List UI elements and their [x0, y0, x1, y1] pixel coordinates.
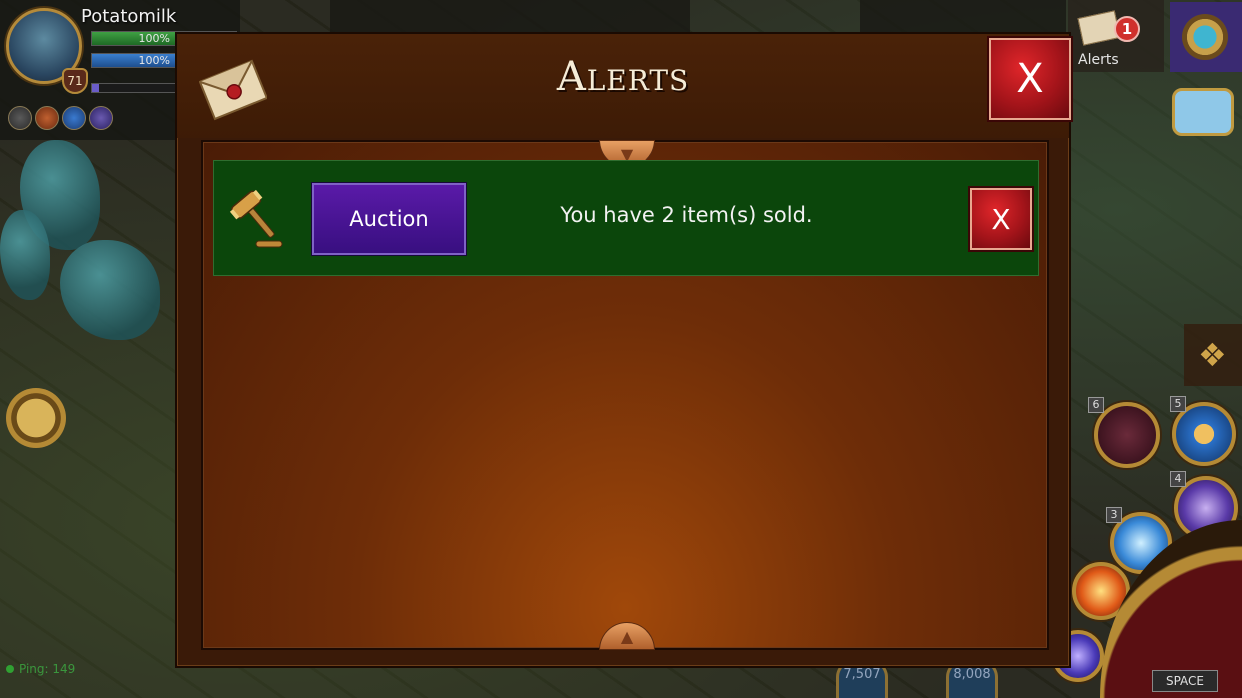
alerts-hud-button[interactable]: 1 Alerts — [1068, 0, 1164, 72]
alerts-count-badge: 1 — [1114, 16, 1140, 42]
gavel-icon — [229, 189, 283, 248]
alerts-hud-label: Alerts — [1078, 52, 1119, 68]
compass-icon — [1182, 14, 1228, 60]
dismiss-alert-button[interactable]: X — [970, 188, 1032, 250]
close-dialog-button[interactable]: X — [989, 38, 1071, 120]
scroll-down-button[interactable]: ▲ — [599, 622, 655, 650]
resource-orb-value: 8,008 — [953, 667, 991, 682]
creature-sprite — [0, 210, 50, 300]
paw-buff-icon[interactable] — [62, 106, 86, 130]
shield-buff-icon[interactable] — [89, 106, 113, 130]
chevron-up-icon: ▲ — [620, 626, 634, 646]
player-level-badge: 71 — [62, 68, 88, 94]
health-bar-text: 100% — [138, 32, 170, 45]
emote-button[interactable] — [6, 388, 66, 448]
skill-slot-number: 3 — [1106, 507, 1122, 523]
creature-sprite — [60, 240, 160, 340]
alerts-dialog: Alerts X ▼ Auction You have 2 item(s) so… — [175, 32, 1071, 668]
skill-slot-number: 6 — [1088, 397, 1104, 413]
skill-slot-number: 4 — [1170, 471, 1186, 487]
auction-button[interactable]: Auction — [312, 183, 466, 255]
buff-icon[interactable] — [35, 106, 59, 130]
dialog-header: Alerts X — [177, 34, 1071, 138]
side-panel-toggle[interactable]: ❖ — [1184, 324, 1242, 386]
ping-readout: Ping: 149 — [6, 662, 75, 676]
player-name: Potatomilk — [81, 6, 177, 27]
alert-message: You have 2 item(s) sold. — [560, 203, 813, 227]
skill-slot-number: 5 — [1170, 396, 1186, 412]
space-key-label: SPACE — [1152, 670, 1218, 692]
mana-bar-text: 100% — [138, 54, 170, 67]
resource-orb-value: 7,507 — [843, 667, 881, 682]
alert-item: Auction You have 2 item(s) sold. X — [213, 160, 1039, 276]
alerts-list[interactable]: ▼ Auction You have 2 item(s) sold. X ▲ — [201, 140, 1049, 650]
triquetra-icon: ❖ — [1198, 336, 1227, 374]
map-button[interactable] — [1170, 2, 1242, 72]
dialog-title: Alerts — [556, 54, 690, 100]
buff-icon[interactable] — [8, 106, 32, 130]
experience-bar-fill — [92, 84, 100, 92]
chat-bubble-icon[interactable] — [1172, 88, 1234, 136]
